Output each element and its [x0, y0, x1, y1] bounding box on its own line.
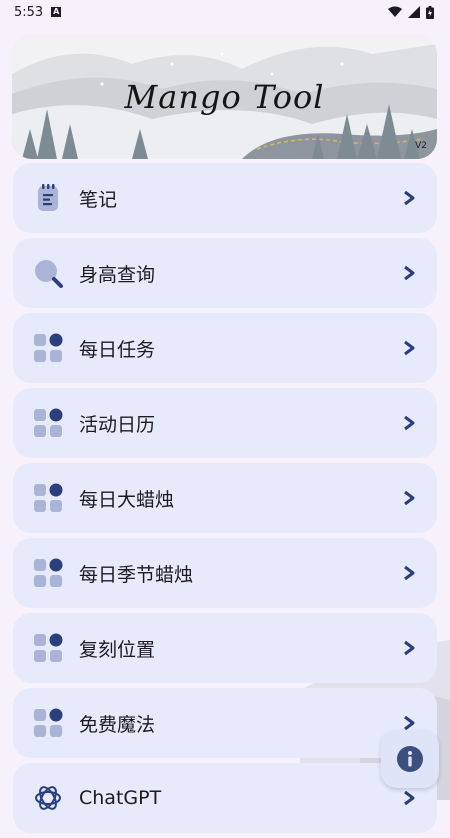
- menu-item-free-magic[interactable]: 免费魔法: [13, 688, 437, 758]
- menu-item-replica-location[interactable]: 复刻位置: [13, 613, 437, 683]
- banner-image: Mango Tool V2: [12, 34, 437, 159]
- menu-item-label: 每日季节蜡烛: [79, 563, 194, 586]
- menu-item-label: 每日任务: [79, 338, 156, 361]
- menu-item-label: 身高查询: [79, 263, 156, 286]
- chevron-right-icon: [404, 265, 415, 281]
- chevron-right-icon: [404, 190, 415, 206]
- menu-item-chatgpt[interactable]: ChatGPT: [13, 763, 437, 833]
- grid-icon: [34, 708, 63, 737]
- menu-item-daily-big-candle[interactable]: 每日大蜡烛: [13, 463, 437, 533]
- chevron-right-icon: [404, 640, 415, 656]
- version-label: V2: [415, 141, 427, 151]
- grid-icon: [34, 333, 63, 362]
- menu-item-label: 每日大蜡烛: [79, 488, 175, 511]
- signal-icon: [408, 6, 420, 18]
- menu-item-event-calendar[interactable]: 活动日历: [13, 388, 437, 458]
- chevron-right-icon: [404, 790, 415, 806]
- chevron-right-icon: [404, 340, 415, 356]
- chevron-right-icon: [404, 490, 415, 506]
- grid-icon: [34, 558, 63, 587]
- wifi-icon: [388, 6, 402, 17]
- grid-icon: [34, 408, 63, 437]
- notebook-icon: [38, 184, 58, 211]
- chevron-right-icon: [404, 715, 415, 731]
- menu-item-daily-season-candle[interactable]: 每日季节蜡烛: [13, 538, 437, 608]
- menu-item-label: 免费魔法: [79, 713, 156, 736]
- menu-item-label: 复刻位置: [79, 638, 156, 661]
- info-button[interactable]: [381, 730, 439, 788]
- grid-icon: [34, 483, 63, 512]
- openai-icon: [35, 786, 61, 810]
- menu-item-label: 笔记: [79, 188, 118, 211]
- menu-item-daily-tasks[interactable]: 每日任务: [13, 313, 437, 383]
- chevron-right-icon: [404, 415, 415, 431]
- chevron-right-icon: [404, 565, 415, 581]
- menu-item-label: 活动日历: [79, 413, 156, 436]
- status-time: 5:53: [14, 4, 44, 20]
- status-bar: 5:53 A: [0, 0, 450, 24]
- search-icon: [35, 260, 63, 288]
- info-icon: [397, 746, 423, 772]
- menu-item-notes[interactable]: 笔记: [13, 163, 437, 233]
- menu-list: 笔记 身高查询 每日任务 活动日历 每日大蜡烛 每日季节蜡烛 复刻位置 免费魔法…: [13, 163, 437, 838]
- grid-icon: [34, 633, 63, 662]
- battery-icon: [426, 5, 434, 19]
- banner-title: Mango Tool: [124, 78, 325, 116]
- text-a-icon: A: [51, 7, 62, 17]
- menu-item-height-query[interactable]: 身高查询: [13, 238, 437, 308]
- menu-item-label: ChatGPT: [79, 787, 162, 809]
